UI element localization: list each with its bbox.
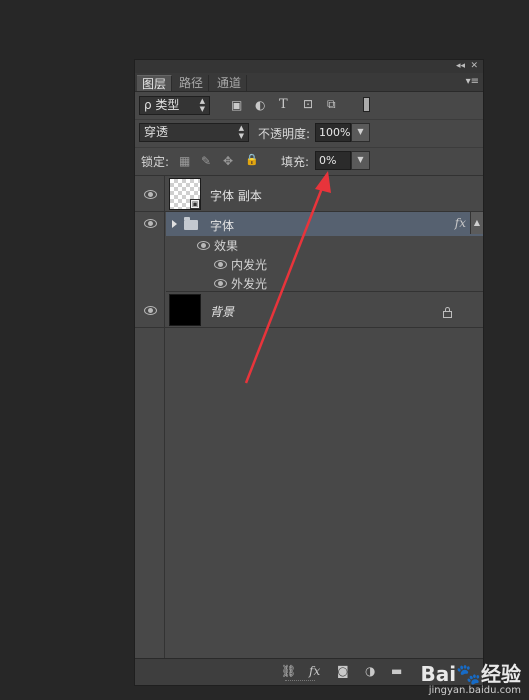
lock-icon [443, 307, 452, 318]
lock-position-icon[interactable]: ✥ [223, 154, 233, 168]
layer-row-text-copy[interactable]: ▣ 字体 副本 [135, 176, 483, 212]
watermark: Bai🐾经验 jingyan.baidu.com [421, 663, 522, 696]
collapse-panel-button[interactable]: ◂◂ [456, 60, 465, 73]
layer-name[interactable]: 字体 副本 [210, 187, 262, 204]
mask-icon[interactable]: ◙ [337, 664, 349, 678]
updown-arrow-icon: ▲ ▼ [238, 124, 244, 140]
filter-kind-select[interactable]: ρ 类型 ▲ ▼ [139, 96, 210, 115]
tab-layers[interactable]: 图层 [137, 75, 173, 91]
adjustment-filter-icon[interactable]: ◐ [255, 98, 265, 112]
fx-icon[interactable]: fx [309, 664, 320, 678]
layer-thumbnail: ▣ [169, 178, 201, 210]
blend-row: 穿透 ▲ ▼ 不透明度: 100% ▼ [135, 119, 483, 148]
eye-icon[interactable] [144, 219, 157, 228]
lock-transparent-pixels-icon[interactable]: ▦ [179, 154, 190, 168]
panel-title-bar: ◂◂ ✕ [135, 60, 483, 74]
visibility-column [135, 176, 165, 658]
updown-arrow-icon: ▲ ▼ [199, 97, 205, 113]
panel-menu-button[interactable]: ▾≡ [466, 75, 479, 89]
watermark-url: jingyan.baidu.com [428, 685, 521, 696]
eye-icon[interactable] [214, 260, 227, 269]
effects-label[interactable]: 效果 [214, 237, 238, 254]
fill-label: 填充: [281, 155, 310, 169]
fill-input[interactable]: 0% [315, 151, 351, 170]
adjustment-icon[interactable]: ◑ [365, 664, 375, 678]
blend-mode-select[interactable]: 穿透 ▲ ▼ [139, 123, 249, 142]
layer-name[interactable]: 字体 [210, 217, 234, 234]
lock-label: 锁定: [141, 155, 170, 169]
shape-filter-icon[interactable]: ⊡ [303, 97, 313, 111]
layer-name[interactable]: 背景 [210, 303, 234, 320]
filter-row: ρ 类型 ▲ ▼ ▣ ◐ T ⊡ ⧉ [135, 92, 483, 120]
panel-tabs: 图层 路径 通道 ▾≡ [135, 73, 483, 92]
link-layers-icon[interactable]: ⛓ [281, 664, 296, 678]
opacity-slider-button[interactable]: ▼ [351, 123, 370, 142]
layer-thumbnail [169, 294, 201, 326]
layer-row-group-text[interactable]: 字体 fx ▲ [166, 212, 483, 236]
watermark-logo: Bai🐾经验 [420, 662, 522, 686]
blend-mode-label: 穿透 [144, 125, 169, 139]
eye-icon[interactable] [144, 190, 157, 199]
layers-panel: ◂◂ ✕ 图层 路径 通道 ▾≡ ρ 类型 ▲ ▼ ▣ ◐ T ⊡ ⧉ 穿透 ▲ ▼… [134, 59, 484, 686]
type-filter-icon[interactable]: T [279, 97, 288, 112]
layer-list: ▣ 字体 副本 字体 fx ▲ 效果 内发光 外发光 背景 [135, 176, 483, 658]
fill-slider-button[interactable]: ▼ [351, 151, 370, 170]
lock-row: 锁定: ▦ ✎ ✥ 🔒 填充: 0% ▼ [135, 147, 483, 176]
eye-icon[interactable] [214, 279, 227, 288]
smart-object-badge-icon: ▣ [190, 199, 200, 209]
new-group-icon[interactable]: ▬ [391, 664, 402, 678]
fx-icon[interactable]: fx [455, 216, 466, 230]
effects-block: 效果 内发光 外发光 [166, 236, 483, 292]
folder-icon [184, 217, 198, 230]
resize-grip[interactable] [285, 680, 315, 684]
lock-all-icon[interactable]: 🔒 [245, 153, 259, 166]
filter-toggle-switch[interactable] [363, 97, 370, 112]
opacity-label: 不透明度: [258, 127, 311, 141]
close-panel-button[interactable]: ✕ [470, 60, 478, 73]
effect-inner-glow[interactable]: 内发光 [231, 256, 267, 273]
expand-triangle-icon[interactable] [172, 220, 177, 228]
eye-icon[interactable] [197, 241, 210, 250]
scroll-up-button[interactable]: ▲ [470, 212, 483, 234]
smartobject-filter-icon[interactable]: ⧉ [327, 97, 336, 112]
layer-row-background[interactable]: 背景 [135, 292, 483, 328]
image-filter-icon[interactable]: ▣ [231, 98, 242, 112]
tab-channels[interactable]: 通道 [212, 75, 248, 91]
opacity-input[interactable]: 100% [315, 123, 351, 142]
lock-image-pixels-icon[interactable]: ✎ [201, 154, 211, 168]
filter-kind-label: ρ 类型 [144, 98, 180, 112]
eye-icon[interactable] [144, 306, 157, 315]
effect-outer-glow[interactable]: 外发光 [231, 275, 267, 292]
tab-paths[interactable]: 路径 [174, 75, 210, 91]
